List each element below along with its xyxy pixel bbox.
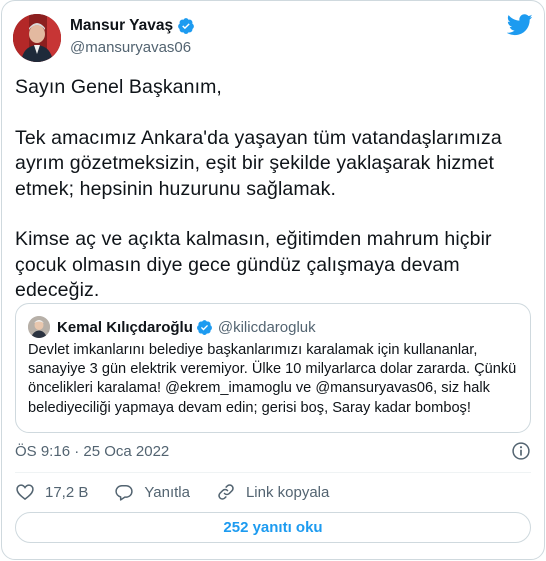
copy-link-label: Link kopyala — [245, 483, 330, 501]
like-button[interactable]: 17,2 B — [15, 482, 88, 502]
read-replies-button[interactable]: 252 yanıtı oku — [15, 512, 531, 543]
tweet-header: Mansur Yavaş @mansuryavas06 — [13, 14, 533, 64]
quoted-author-avatar — [28, 316, 50, 338]
tweet-actions: 17,2 B Yanıtla Link kopyala — [15, 481, 355, 503]
like-count: 17,2 B — [45, 483, 89, 501]
actions-divider — [15, 472, 531, 473]
author-name[interactable]: Mansur Yavaş — [70, 17, 173, 35]
quoted-tweet-header: Kemal Kılıçdaroğlu @kilicdarogluk — [28, 316, 316, 338]
reply-button[interactable]: Yanıtla — [114, 482, 190, 502]
link-icon — [218, 484, 234, 500]
info-icon[interactable] — [511, 441, 531, 461]
author-avatar[interactable] — [13, 14, 61, 62]
twitter-bird-icon[interactable] — [507, 14, 533, 36]
copy-link-button[interactable]: Link kopyala — [216, 482, 329, 502]
read-replies-label: 252 yanıtı oku — [223, 519, 323, 536]
quoted-tweet-text: Devlet imkanlarını belediye başkanlarımı… — [28, 342, 517, 416]
reply-label: Yanıtla — [144, 483, 190, 501]
tweet-paragraph: Sayın Genel Başkanım, — [15, 76, 222, 98]
quoted-author-handle: @kilicdarogluk — [217, 318, 316, 336]
tweet-paragraph: Tek amacımız Ankara'da yaşayan tüm vatan… — [15, 126, 502, 200]
tweet-card: Mansur Yavaş @mansuryavas06 Sayın Genel … — [1, 0, 545, 560]
tweet-body: Sayın Genel Başkanım, Tek amacımız Ankar… — [15, 75, 525, 329]
quoted-author-name: Kemal Kılıçdaroğlu — [57, 318, 193, 336]
reply-bubble-icon — [115, 485, 134, 501]
tweet-timestamp[interactable]: ÖS 9:16 · 25 Oca 2022 — [15, 443, 169, 460]
quoted-tweet[interactable]: Kemal Kılıçdaroğlu @kilicdarogluk Devlet… — [15, 303, 531, 433]
heart-icon — [16, 484, 34, 501]
author-name-row: Mansur Yavaş — [70, 17, 195, 35]
verified-badge-icon — [178, 18, 194, 34]
verified-badge-icon — [196, 319, 212, 335]
author-handle[interactable]: @mansuryavas06 — [70, 39, 191, 56]
tweet-paragraph: Kimse aç ve açıkta kalmasın, eğitimden m… — [15, 228, 492, 301]
